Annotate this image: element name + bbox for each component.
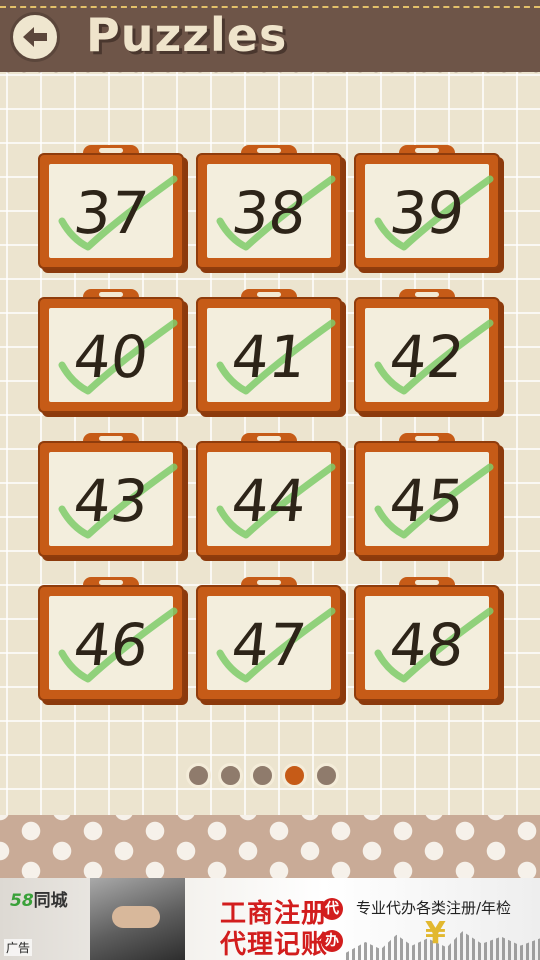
ad-headline-2: 代理记账 xyxy=(220,930,329,960)
puzzle-grid: 37 38 39 40 41 42 43 44 45 46 47 48 xyxy=(38,145,508,701)
puzzle-tile-47[interactable]: 47 xyxy=(196,577,342,701)
polka-dot-footer xyxy=(0,815,540,880)
ad-description: 专业代办各类注册/年检 xyxy=(356,899,512,917)
puzzle-number: 44 xyxy=(228,467,310,535)
puzzle-number: 41 xyxy=(228,323,310,391)
ad-brand: 58同城 xyxy=(10,891,68,911)
header-scallop xyxy=(0,64,540,80)
puzzle-number: 45 xyxy=(386,467,468,535)
puzzle-number: 42 xyxy=(386,323,468,391)
puzzle-tile-40[interactable]: 40 xyxy=(38,289,184,413)
ad-handshake-image xyxy=(90,878,185,960)
page-dot-1[interactable] xyxy=(186,763,211,788)
ad-badge-1: 代 xyxy=(321,898,343,920)
puzzle-number: 43 xyxy=(70,467,152,535)
puzzle-number: 40 xyxy=(70,323,152,391)
puzzle-number: 39 xyxy=(386,179,468,247)
page-dot-2[interactable] xyxy=(218,763,243,788)
yen-icon: ¥ xyxy=(425,916,446,951)
ad-tag: 广告 xyxy=(4,939,33,956)
back-arrow-icon xyxy=(23,27,47,47)
page-dot-3[interactable] xyxy=(250,763,275,788)
puzzle-tile-41[interactable]: 41 xyxy=(196,289,342,413)
page-title: Puzzles xyxy=(86,8,288,62)
puzzle-tile-43[interactable]: 43 xyxy=(38,433,184,557)
puzzle-number: 38 xyxy=(228,179,310,247)
ad-banner[interactable]: 58同城 广告 工商注册 代 代理记账 办 专业代办各类注册/年检 ¥ xyxy=(0,878,540,960)
puzzle-number: 47 xyxy=(228,611,310,679)
puzzle-number: 37 xyxy=(70,179,152,247)
puzzle-tile-46[interactable]: 46 xyxy=(38,577,184,701)
puzzle-tile-45[interactable]: 45 xyxy=(354,433,500,557)
puzzle-tile-48[interactable]: 48 xyxy=(354,577,500,701)
ad-badge-2: 办 xyxy=(321,930,343,952)
back-button[interactable] xyxy=(10,12,60,62)
puzzle-number: 46 xyxy=(70,611,152,679)
page-dot-4[interactable] xyxy=(282,763,307,788)
puzzle-number: 48 xyxy=(386,611,468,679)
page-indicator xyxy=(186,763,339,788)
page-dot-5[interactable] xyxy=(314,763,339,788)
puzzle-tile-42[interactable]: 42 xyxy=(354,289,500,413)
puzzle-tile-44[interactable]: 44 xyxy=(196,433,342,557)
puzzle-tile-39[interactable]: 39 xyxy=(354,145,500,269)
top-bar: Puzzles xyxy=(0,0,540,80)
puzzle-tile-38[interactable]: 38 xyxy=(196,145,342,269)
puzzle-tile-37[interactable]: 37 xyxy=(38,145,184,269)
